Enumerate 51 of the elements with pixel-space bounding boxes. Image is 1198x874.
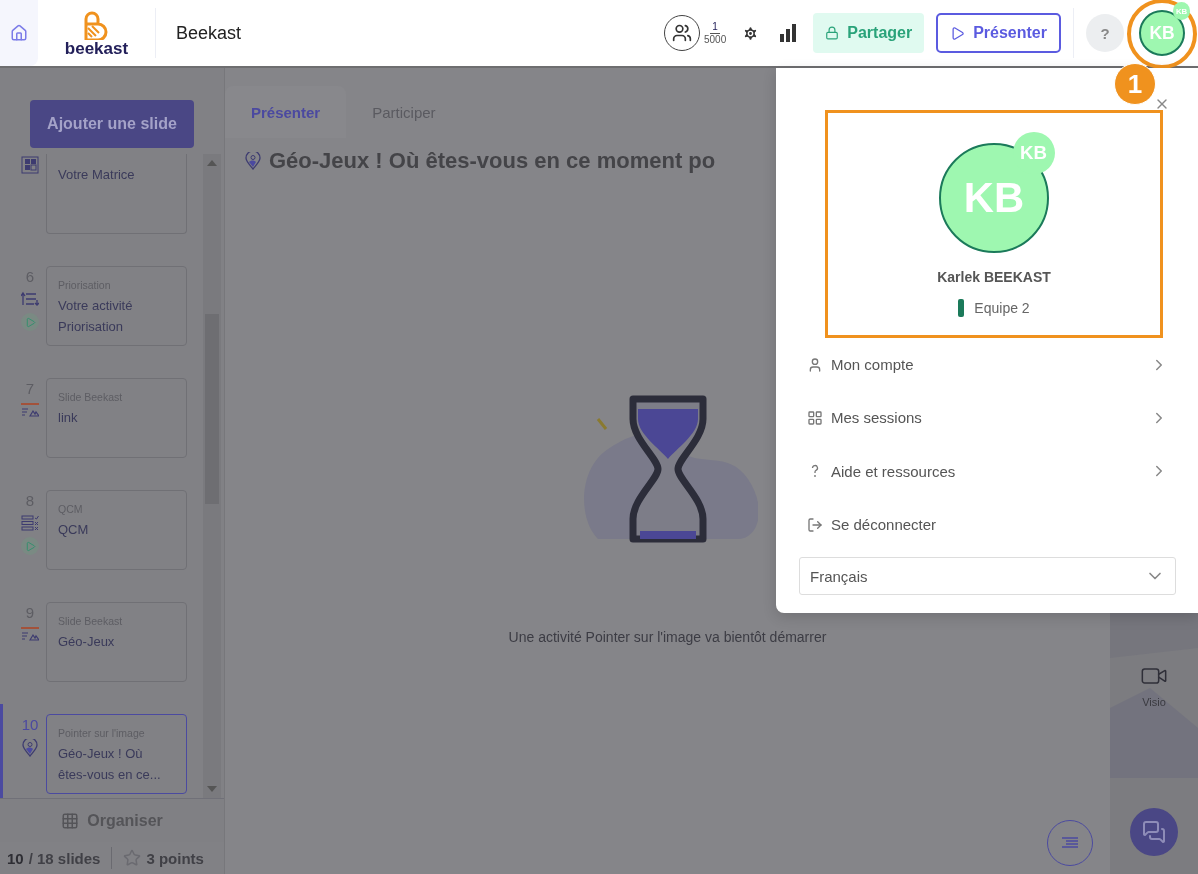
slide-title: Votre Matrice [58,166,136,184]
grid-icon [807,409,823,426]
list-icon [1061,837,1079,849]
help-button[interactable]: ? [1086,14,1124,52]
chat-button[interactable] [1130,808,1178,856]
slide-title: link [58,409,79,427]
slide-heading: Géo-Jeux ! Où êtes-vous en ce moment po [269,148,716,174]
sort-list-icon [21,291,39,307]
menu-item[interactable]: Aide et ressources [799,444,1176,498]
map-pin-icon [245,152,261,170]
menu-item[interactable]: Mon compte [799,337,1176,392]
current-slide: 10 [7,849,24,867]
grid-icon [21,156,39,174]
play-icon [950,25,966,41]
add-slide-button[interactable]: Ajouter une slide [30,100,194,148]
slide-number: 10 [21,716,39,733]
checklist-icon [21,515,39,531]
menu-item[interactable]: Se déconnecter [799,498,1176,552]
slide-icon [21,627,39,643]
slide-card[interactable]: Votre Matrice [46,154,187,234]
slide-title: Géo-Jeux [58,633,116,651]
slide-title: Votre activité Priorisation [58,297,134,336]
grid-icon [61,811,80,830]
lock-icon [825,26,840,40]
slide-title: Géo-Jeux ! Où êtes-vous en ce... [58,745,162,784]
app-title: Beekast [176,22,243,44]
map-pin-icon [22,739,38,757]
logo: beekast [38,8,156,58]
home-icon [10,24,28,42]
participant-count: 1 [710,21,720,34]
language-select[interactable]: Français [799,557,1176,595]
user-icon [807,356,823,373]
settings-icon [742,24,760,42]
avatar-badge: KB [1012,132,1055,174]
menu-item[interactable]: Mes sessions [799,391,1176,445]
points-count: 3 points [146,849,204,867]
slide-icon [21,403,39,419]
home-button[interactable] [0,0,38,66]
status-message: Une activité Pointer sur l'image va bientôt démarrer [508,629,827,645]
slide-total: / 18 slides [28,849,101,867]
present-button[interactable]: Présenter [936,13,1061,53]
share-button[interactable]: Partager [813,13,925,53]
slide-title: QCM [58,521,90,539]
user-name: Karlek BEEKAST [937,269,1051,285]
participant-max: 5000 [704,34,727,45]
visio-label: Visio [1142,696,1166,708]
chat-icon [1142,820,1166,844]
bar-chart-icon [779,24,798,42]
logout-icon [807,516,823,533]
team-name: Equipe 2 [974,300,1030,316]
scrollbar[interactable] [203,154,221,798]
